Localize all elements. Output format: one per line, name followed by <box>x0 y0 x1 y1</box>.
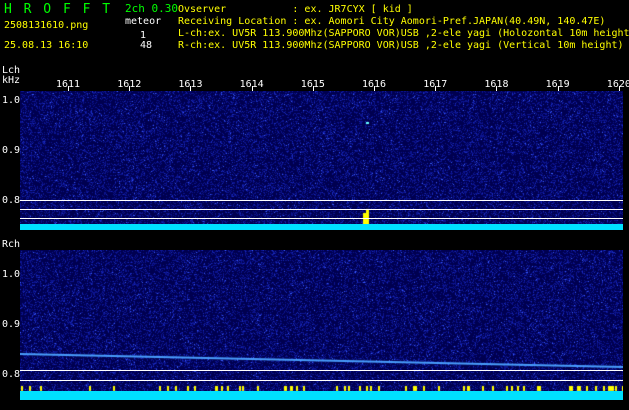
rch-ytick-2: 0.9 <box>2 319 21 330</box>
rch-config-line: R-ch:ex. UV5R 113.900Mhz(SAPPORO VOR)USB… <box>178 40 624 51</box>
file-name: 2508131610.png <box>4 20 89 31</box>
lch-ytick-1: 1.0 <box>2 95 21 106</box>
lch-config-line: L-ch:ex. UV5R 113.900Mhz(SAPPORO VOR)USB… <box>178 28 629 39</box>
location-line: Receiving Location : ex. Aomori City Aom… <box>178 16 606 27</box>
lch-ytick-2: 0.9 <box>2 145 21 156</box>
observer-line: Ovserver : ex. JR7CYX [ kid ] <box>178 4 413 15</box>
meteor-label: meteor <box>125 16 162 27</box>
datetime: 25.08.13 16:10 <box>4 40 89 51</box>
lch-ytick-3: 0.8 <box>2 195 21 206</box>
lch-baseline <box>20 224 623 230</box>
app-title: H R O F F T <box>4 2 113 17</box>
rch-baseline <box>20 391 623 400</box>
meteor-count-rch: 48 <box>140 40 153 51</box>
rch-ytick-1: 1.0 <box>2 269 21 280</box>
lch-unit: kHz <box>2 75 21 86</box>
rch-ytick-3: 0.8 <box>2 369 21 380</box>
lch-spectrogram <box>20 91 623 230</box>
version-label: 2ch 0.30 <box>125 2 178 15</box>
rch-label: Rch <box>2 239 21 250</box>
rch-spectrogram <box>20 250 623 400</box>
